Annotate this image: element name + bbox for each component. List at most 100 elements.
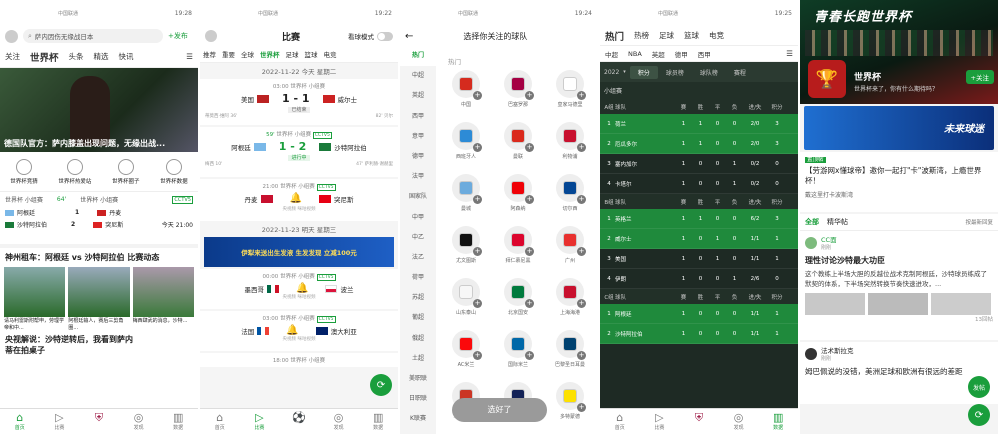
team-option[interactable]: + 西班牙人 bbox=[440, 122, 492, 174]
nav-discover[interactable]: ◎ 发现 bbox=[119, 409, 159, 434]
team-option[interactable]: + 利物浦 bbox=[544, 122, 596, 174]
tab-csl[interactable]: 中超 bbox=[600, 49, 623, 59]
tab-nba[interactable]: NBA bbox=[623, 50, 647, 58]
add-icon[interactable]: + bbox=[525, 91, 534, 100]
add-icon[interactable]: + bbox=[577, 351, 586, 360]
sidebar-league-item[interactable]: 日职联 bbox=[400, 389, 436, 409]
tab-headline[interactable]: 头条 bbox=[64, 51, 89, 62]
season-select[interactable]: 2022 bbox=[604, 69, 619, 76]
team-option[interactable]: + 广州 bbox=[544, 226, 596, 278]
menu-icon[interactable]: ☰ bbox=[781, 49, 798, 58]
add-icon[interactable]: + bbox=[525, 351, 534, 360]
add-icon[interactable]: + bbox=[473, 91, 482, 100]
watch-mode-toggle[interactable] bbox=[377, 31, 393, 41]
sidebar-league-item[interactable]: 意甲 bbox=[400, 127, 436, 147]
standings-row[interactable]: 2 厄瓜多尔 1 1 0 0 2/0 3 bbox=[600, 134, 798, 154]
nav-discover[interactable]: ◎ 发现 bbox=[719, 409, 759, 434]
team-option[interactable]: + 阿森纳 bbox=[492, 174, 544, 226]
tab-all-posts[interactable]: 全部 bbox=[805, 217, 819, 227]
sidebar-league-item[interactable]: K联赛 bbox=[400, 409, 436, 429]
ad-banner[interactable]: 伊犁来送出生发液 生发发现 立减100元 bbox=[204, 237, 394, 267]
standings-row[interactable]: 2 沙特阿拉伯 1 0 0 0 1/1 1 bbox=[600, 324, 798, 344]
nav-home[interactable]: ⌂ 首页 bbox=[600, 409, 640, 434]
seg-points[interactable]: 积分 bbox=[629, 65, 658, 79]
tile-guess[interactable]: 世界杯竞猜 bbox=[10, 158, 38, 185]
publish-button[interactable]: +发布 bbox=[168, 31, 188, 41]
video-card[interactable]: 阿根廷输人，赛后三剪角圈... bbox=[68, 267, 130, 331]
refresh-button[interactable]: ⟳ bbox=[968, 404, 990, 426]
match-card[interactable]: 03:00 世界杯 小组赛 美国 1 - 1 威尔士 已结束 蒂莫西·维阿 36' 8… bbox=[200, 79, 398, 125]
post-button[interactable]: 发帖 bbox=[968, 376, 990, 398]
standings-row[interactable]: 3 美国 1 0 1 0 1/1 1 bbox=[600, 249, 798, 269]
standings-row[interactable]: 2 威尔士 1 0 1 0 1/1 1 bbox=[600, 229, 798, 249]
bell-icon[interactable]: 🔔 bbox=[286, 325, 298, 336]
tab-esports[interactable]: 电竞 bbox=[704, 30, 729, 41]
team-option[interactable]: + 巴黎圣日耳曼 bbox=[544, 330, 596, 382]
sidebar-league-item[interactable]: 葡超 bbox=[400, 308, 436, 328]
add-icon[interactable]: + bbox=[473, 143, 482, 152]
hero-image[interactable]: 德国队官方：萨内膝盖出现问题，无缘出战... bbox=[0, 68, 198, 152]
nav-data[interactable]: ▥ 数据 bbox=[358, 409, 398, 434]
tab-follow[interactable]: 关注 bbox=[0, 51, 25, 62]
add-icon[interactable]: + bbox=[525, 299, 534, 308]
tab-basketball[interactable]: 篮球 bbox=[679, 30, 704, 41]
add-icon[interactable]: + bbox=[577, 143, 586, 152]
team-option[interactable]: + 多特蒙德 bbox=[544, 382, 596, 434]
nav-data[interactable]: ▥ 数据 bbox=[758, 409, 798, 434]
video-card[interactable]: 请马利雷斯附帮申，劳理学帝和中... bbox=[4, 267, 66, 331]
sidebar-league-item[interactable]: 荷甲 bbox=[400, 268, 436, 288]
seg-teams[interactable]: 球队榜 bbox=[692, 66, 726, 79]
sidebar-league-item[interactable]: 中超 bbox=[400, 66, 436, 86]
sidebar-league-item[interactable]: 热门 bbox=[400, 46, 436, 67]
nav-match[interactable]: ▷ 比赛 bbox=[40, 409, 80, 434]
sidebar-league-item[interactable]: 美职联 bbox=[400, 369, 436, 389]
tab-basketball[interactable]: 篮球 bbox=[302, 49, 321, 59]
tab-hot[interactable]: 热门 bbox=[600, 29, 629, 43]
nav-club[interactable]: ⛨ bbox=[679, 409, 719, 434]
team-option[interactable]: + 上海海港 bbox=[544, 278, 596, 330]
tile-data[interactable]: 世界杯数据 bbox=[160, 158, 188, 185]
team-option[interactable]: + 曼联 bbox=[492, 122, 544, 174]
match-card[interactable]: 03:00 世界杯 小组赛 CCTV5 法国 🔔 澳大利亚 央视频 咪咕视频 bbox=[200, 311, 398, 351]
team-option[interactable]: + 曼城 bbox=[440, 174, 492, 226]
bell-icon[interactable]: 🔔 bbox=[296, 283, 308, 294]
match-card[interactable]: 18:00 世界杯 小组赛 bbox=[200, 353, 398, 367]
follow-button[interactable]: +关注 bbox=[965, 70, 994, 84]
sidebar-league-item[interactable]: 中甲 bbox=[400, 208, 436, 228]
sidebar-league-item[interactable]: 德甲 bbox=[400, 147, 436, 167]
tab-recommend[interactable]: 推荐 bbox=[200, 49, 219, 59]
pinned-post[interactable]: 置顶帖 【劳游网x懂球帝】邀你一起打"卡"波斯湾，上瘾世界杯！ 戴这里打卡波斯湾 bbox=[800, 152, 998, 212]
sidebar-league-item[interactable]: 英超 bbox=[400, 86, 436, 106]
tab-worldcup[interactable]: 世界杯 bbox=[257, 49, 283, 59]
confirm-button[interactable]: 选好了 bbox=[452, 398, 547, 422]
sidebar-league-item[interactable]: 法乙 bbox=[400, 248, 436, 268]
sidebar-league-item[interactable]: 苏超 bbox=[400, 288, 436, 308]
seg-players[interactable]: 球员榜 bbox=[658, 66, 692, 79]
tab-elite-posts[interactable]: 精华帖 bbox=[827, 217, 848, 227]
standings-row[interactable]: 4 伊朗 1 0 0 1 2/6 0 bbox=[600, 269, 798, 289]
tab-important[interactable]: 重要 bbox=[219, 49, 238, 59]
sidebar-league-item[interactable]: 西甲 bbox=[400, 107, 436, 127]
nav-ball[interactable]: ⚽ bbox=[279, 409, 319, 434]
add-icon[interactable]: + bbox=[473, 247, 482, 256]
add-icon[interactable]: + bbox=[577, 299, 586, 308]
standings-row[interactable]: 4 卡塔尔 1 0 0 1 0/2 0 bbox=[600, 174, 798, 194]
menu-icon[interactable]: ☰ bbox=[181, 52, 198, 61]
standings-row[interactable]: 1 阿根廷 1 0 0 0 1/1 1 bbox=[600, 304, 798, 324]
sidebar-league-item[interactable]: 中乙 bbox=[400, 228, 436, 248]
nav-match[interactable]: ▷ 比赛 bbox=[240, 409, 280, 434]
tab-esports[interactable]: 电竞 bbox=[321, 49, 340, 59]
tab-all[interactable]: 全球 bbox=[238, 49, 257, 59]
team-option[interactable]: + 巴塞罗那 bbox=[492, 70, 544, 122]
sidebar-league-item[interactable]: 国家队 bbox=[400, 187, 436, 207]
promo-banner[interactable]: 未来球迷 bbox=[804, 106, 994, 150]
post-image[interactable] bbox=[805, 293, 865, 315]
nav-data[interactable]: ▥ 数据 bbox=[158, 409, 198, 434]
live-match-card[interactable]: 世界杯 小组赛 64' 世界杯 小组赛 CCTV5 阿根廷 1 丹麦 沙特阿拉伯 2 突尼斯 今… bbox=[0, 192, 198, 248]
post-image[interactable] bbox=[931, 293, 991, 315]
team-option[interactable]: + 山东泰山 bbox=[440, 278, 492, 330]
post-image[interactable] bbox=[868, 293, 928, 315]
add-icon[interactable]: + bbox=[525, 247, 534, 256]
tab-football[interactable]: 足球 bbox=[283, 49, 302, 59]
team-option[interactable]: + 切尔西 bbox=[544, 174, 596, 226]
